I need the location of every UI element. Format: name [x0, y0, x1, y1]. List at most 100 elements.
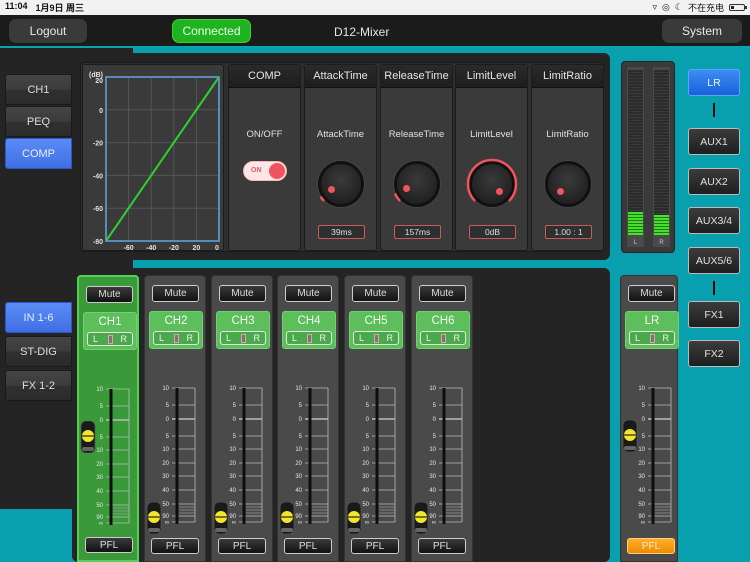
ch3-fader[interactable]: 10 5 0 5 10 20 30 40 50 90 ∞ — [212, 384, 274, 534]
master-lr-select-button[interactable]: LR L R — [625, 311, 679, 349]
scale-label: 40 — [96, 489, 103, 495]
scale-label: 20 — [638, 461, 645, 467]
ch4-pan-control[interactable]: L R — [286, 331, 332, 345]
ch1-mute-button[interactable]: Mute — [86, 286, 133, 303]
ch5-pfl-button[interactable]: PFL — [351, 538, 399, 554]
tab-ch1[interactable]: CH1 — [5, 74, 72, 105]
tab-in-1-6[interactable]: IN 1-6 — [5, 302, 72, 333]
scale-label: 0 — [233, 417, 237, 423]
ch5-fader[interactable]: 10 5 0 5 10 20 30 40 50 90 ∞ — [345, 384, 407, 534]
limit-level-header: LimitLevel — [456, 65, 527, 88]
ch5-mute-button[interactable]: Mute — [352, 285, 399, 302]
ch1-select-button[interactable]: CH1 L R — [83, 312, 137, 350]
tab-fx-1-2[interactable]: FX 1-2 — [5, 370, 72, 401]
ch6-pfl-button[interactable]: PFL — [418, 538, 466, 554]
pan-center-handle[interactable] — [441, 334, 446, 343]
tab-comp[interactable]: COMP — [5, 138, 72, 169]
master-lr-pan-control[interactable]: L R — [629, 331, 675, 345]
ch5-select-button[interactable]: CH5 L R — [349, 311, 403, 349]
tab-peq[interactable]: PEQ — [5, 106, 72, 137]
scale-label: 40 — [295, 488, 302, 494]
ch1-fader[interactable]: 10 5 0 5 10 20 30 40 50 90 ∞ — [79, 385, 141, 525]
limit-ratio-value[interactable]: 1.00 : 1 — [545, 225, 592, 239]
attack-time-knob[interactable] — [318, 161, 364, 207]
ch2-select-button[interactable]: CH2 L R — [149, 311, 203, 349]
fader-thumb[interactable] — [79, 421, 97, 453]
ch2-fader[interactable]: 10 5 0 5 10 20 30 40 50 90 ∞ — [145, 384, 207, 534]
bus-aux5-6-button[interactable]: AUX5/6 — [688, 247, 740, 274]
ch2-mute-button[interactable]: Mute — [152, 285, 199, 302]
pan-center-handle[interactable] — [241, 334, 246, 343]
knob-arc — [319, 195, 325, 202]
bus-lr-button[interactable]: LR — [688, 69, 740, 96]
release-time-value[interactable]: 157ms — [394, 225, 441, 239]
bus-aux3-4-button[interactable]: AUX3/4 — [688, 207, 740, 234]
ch3-select-button[interactable]: CH3 L R — [216, 311, 270, 349]
ch4-select-button[interactable]: CH4 L R — [282, 311, 336, 349]
release-time-header: ReleaseTime — [381, 65, 452, 88]
ch6-mute-button[interactable]: Mute — [419, 285, 466, 302]
ch3-pfl-button[interactable]: PFL — [218, 538, 266, 554]
ch4-fader[interactable]: 10 5 0 5 10 20 30 40 50 90 ∞ — [278, 384, 340, 534]
meter-right: R — [653, 67, 670, 247]
connection-status-button[interactable]: Connected — [172, 19, 251, 43]
fader-thumb[interactable] — [145, 502, 163, 534]
ch4-strip: Mute CH4 L R 10 5 0 5 10 20 30 40 50 90 ∞ PFL — [277, 275, 339, 562]
scale-label: ∞ — [99, 521, 103, 525]
bus-fx1-button[interactable]: FX1 — [688, 301, 740, 328]
comp-toggle[interactable]: ON — [243, 161, 287, 181]
ch3-mute-button[interactable]: Mute — [219, 285, 266, 302]
master-lr-mute-button[interactable]: Mute — [628, 285, 675, 302]
release-time-knob[interactable] — [393, 161, 440, 207]
wifi-icon: ▿ — [652, 2, 658, 12]
ch5-pan-control[interactable]: L R — [353, 331, 399, 345]
x-tick-label: -60 — [124, 245, 134, 252]
scale-label: 20 — [162, 461, 169, 467]
ch6-select-button[interactable]: CH6 L R — [416, 311, 470, 349]
master-lr-pfl-button[interactable]: PFL — [627, 538, 675, 554]
scale-label: 10 — [229, 386, 236, 392]
fader-thumb[interactable] — [412, 502, 430, 534]
fader-thumb[interactable] — [278, 502, 296, 534]
ch4-mute-button[interactable]: Mute — [285, 285, 332, 302]
pan-right-label: R — [662, 333, 670, 343]
scale-label: 10 — [295, 386, 302, 392]
master-lr-strip: Mute LR L R 10 5 0 5 10 20 30 40 50 90 ∞ PFL — [620, 275, 679, 562]
x-tick-label: -40 — [146, 245, 156, 252]
pan-center-handle[interactable] — [174, 334, 179, 343]
master-lr-fader[interactable]: 10 5 0 5 10 20 30 40 50 90 ∞ — [621, 384, 683, 524]
tab-st-dig[interactable]: ST-DIG — [5, 336, 72, 367]
ch2-pan-control[interactable]: L R — [153, 331, 199, 345]
ch3-name: CH3 — [231, 315, 255, 327]
fader-thumb[interactable] — [345, 502, 363, 534]
ch3-pan-control[interactable]: L R — [220, 331, 266, 345]
ch5-strip: Mute CH5 L R 10 5 0 5 10 20 30 40 50 90 ∞ PFL — [344, 275, 406, 562]
y-tick-label: 20 — [95, 78, 103, 85]
ch1-pan-control[interactable]: L R — [87, 332, 133, 346]
fader-thumb[interactable] — [621, 420, 639, 452]
limit-ratio-knob[interactable] — [545, 161, 591, 207]
bus-aux1-button[interactable]: AUX1 — [688, 128, 740, 155]
pan-center-handle[interactable] — [650, 334, 655, 343]
ch6-pan-control[interactable]: L R — [420, 331, 466, 345]
ch1-pfl-button[interactable]: PFL — [85, 537, 133, 553]
ch4-pfl-button[interactable]: PFL — [284, 538, 332, 554]
scale-label: 30 — [295, 474, 302, 480]
pan-center-handle[interactable] — [374, 334, 379, 343]
toggle-thumb — [269, 163, 285, 179]
fader-thumb[interactable] — [212, 502, 230, 534]
system-button[interactable]: System — [662, 19, 742, 43]
limit-level-panel: LimitLevel LimitLevel 0dB — [455, 64, 528, 251]
logout-button[interactable]: Logout — [9, 19, 87, 43]
scale-label: 10 — [429, 386, 436, 392]
ch2-pfl-button[interactable]: PFL — [151, 538, 199, 554]
bus-aux2-button[interactable]: AUX2 — [688, 168, 740, 195]
limit-level-knob[interactable] — [466, 158, 518, 207]
limit-level-value[interactable]: 0dB — [469, 225, 516, 239]
pan-center-handle[interactable] — [307, 334, 312, 343]
comp-header: COMP — [229, 65, 300, 88]
attack-time-value[interactable]: 39ms — [318, 225, 365, 239]
pan-center-handle[interactable] — [108, 335, 113, 344]
ch6-fader[interactable]: 10 5 0 5 10 20 30 40 50 90 ∞ — [412, 384, 474, 534]
bus-fx2-button[interactable]: FX2 — [688, 340, 740, 367]
